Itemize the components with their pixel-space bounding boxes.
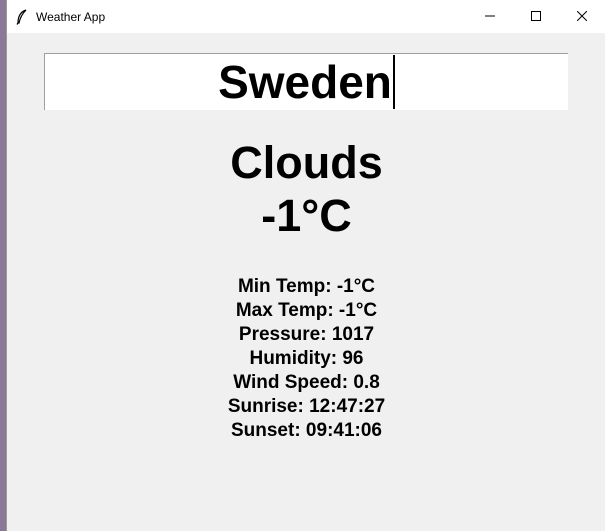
humidity-label: Humidity: 96 [249,348,364,369]
text-caret [392,55,395,109]
close-icon [576,8,588,26]
weather-details: Min Temp: -1°C Max Temp: -1°C Pressure: … [7,275,605,443]
feather-icon [14,8,30,25]
pressure-label: Pressure: 1017 [238,324,375,345]
max-temp-label: Max Temp: -1°C [235,300,378,321]
sunset-label: Sunset: 09:41:06 [230,420,382,441]
sunrise-label: Sunrise: 12:47:27 [227,396,386,417]
weather-condition: Clouds [230,137,383,188]
minimize-icon [485,8,495,26]
close-button[interactable] [559,0,605,33]
window-title: Weather App [36,9,106,24]
app-window: Weather App Sweden Clouds -1°C Min Temp:… [6,0,605,531]
title-bar[interactable]: Weather App [7,0,605,33]
window-controls [467,0,605,33]
maximize-button[interactable] [513,0,559,33]
wind-speed-label: Wind Speed: 0.8 [233,372,380,393]
current-temperature: -1°C [261,190,352,241]
maximize-icon [531,8,541,26]
city-search-value: Sweden [218,56,392,108]
min-temp-label: Min Temp: -1°C [237,276,376,297]
minimize-button[interactable] [467,0,513,33]
city-search-input[interactable]: Sweden [44,53,568,110]
